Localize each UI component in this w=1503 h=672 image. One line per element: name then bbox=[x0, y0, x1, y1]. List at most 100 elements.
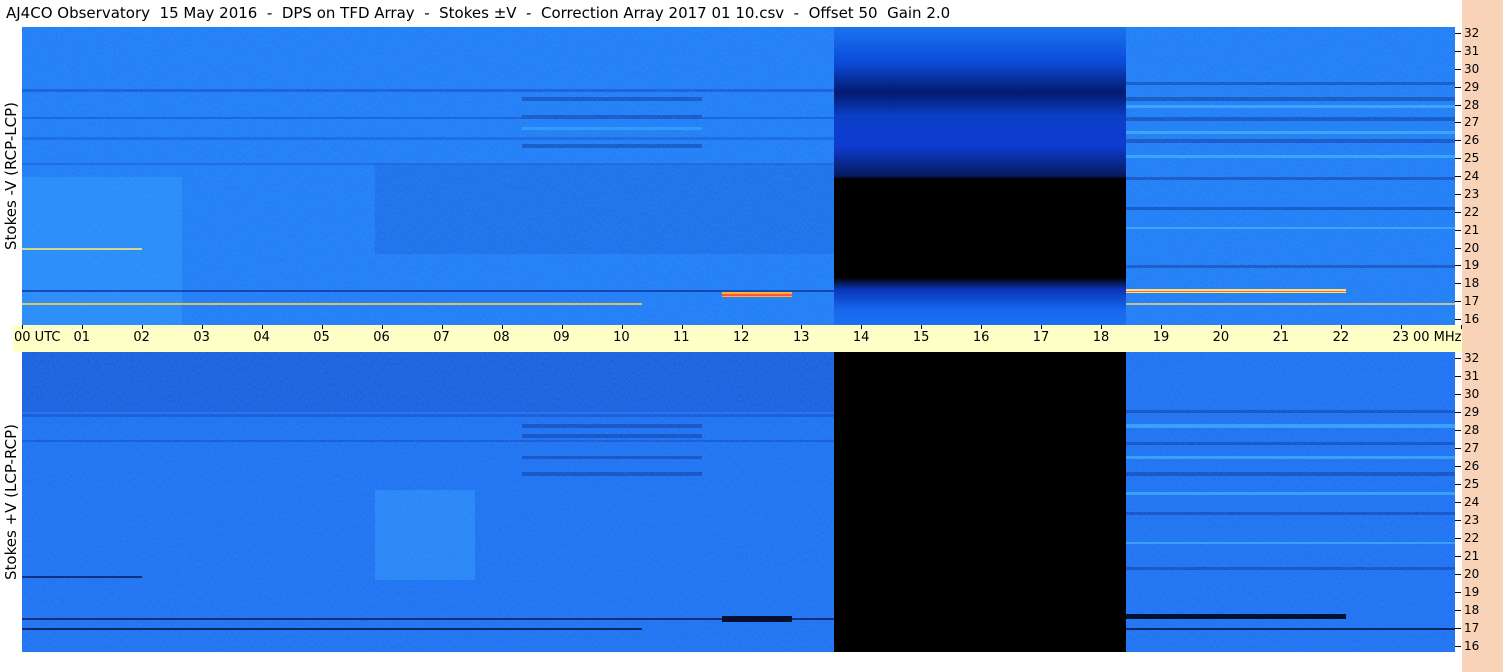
frequency-tick-label: 16 bbox=[1455, 639, 1479, 653]
frequency-tick-mark bbox=[1455, 68, 1461, 70]
time-tick-mark bbox=[321, 325, 323, 329]
time-tick-mark bbox=[81, 325, 83, 329]
utc-time-axis: 00 UTC 01 02 03 04 05 06 07 08 09 10 11 12 13 14 15 16 17… bbox=[13, 325, 1462, 352]
time-tick-label: 07 bbox=[433, 330, 450, 345]
frequency-tick-mark bbox=[1455, 158, 1461, 160]
frequency-tick-mark bbox=[1455, 229, 1461, 231]
frequency-tick-mark bbox=[1455, 247, 1461, 249]
frequency-tick-mark bbox=[1455, 86, 1461, 88]
time-tick-mark bbox=[201, 325, 203, 329]
frequency-tick-label: 20 bbox=[1455, 241, 1479, 255]
frequency-tick-label: 25 bbox=[1455, 477, 1479, 491]
frequency-tick-label: 31 bbox=[1455, 44, 1479, 58]
time-tick-label: 19 bbox=[1152, 330, 1170, 345]
time-tick-label: 15 bbox=[912, 330, 930, 345]
spectrogram-stokes-minus-v bbox=[22, 27, 1455, 325]
time-tick-mark bbox=[1041, 325, 1043, 329]
time-tick-label: 21 bbox=[1272, 330, 1290, 345]
time-tick-mark bbox=[861, 325, 863, 329]
frequency-tick-label: 31 bbox=[1455, 369, 1479, 383]
time-tick-label: 12 bbox=[733, 330, 750, 345]
spectrogram-bottom-image bbox=[22, 352, 1455, 652]
frequency-tick-label: 32 bbox=[1455, 26, 1479, 40]
frequency-scale-bottom: 32 31 30 29 28 27 26 25 24 23 22 21 20 19 18 17 16 bbox=[1455, 351, 1503, 653]
frequency-tick-mark bbox=[1455, 140, 1461, 142]
frequency-tick-mark bbox=[1455, 592, 1461, 593]
frequency-tick-label: 28 bbox=[1455, 98, 1479, 112]
frequency-tick-label: 21 bbox=[1455, 549, 1479, 563]
spectrogram-stokes-plus-v bbox=[22, 352, 1455, 652]
time-tick-mark bbox=[1101, 325, 1103, 329]
frequency-tick-label: 26 bbox=[1455, 133, 1479, 147]
time-tick-mark bbox=[441, 325, 443, 329]
frequency-tick-label: 22 bbox=[1455, 531, 1479, 545]
frequency-tick-label: 24 bbox=[1455, 495, 1479, 509]
frequency-tick-mark bbox=[1455, 610, 1461, 611]
frequency-tick-mark bbox=[1455, 176, 1461, 177]
time-tick-label: 18 bbox=[1092, 330, 1110, 345]
frequency-tick-label: 29 bbox=[1455, 80, 1479, 94]
bottom-panel-label-area: Stokes +V (LCP-RCP) bbox=[0, 352, 22, 652]
frequency-scale-top: 32 31 30 29 28 27 26 25 24 23 22 21 20 19 18 17 16 bbox=[1455, 26, 1503, 326]
frequency-tick-mark bbox=[1455, 122, 1461, 124]
time-tick-mark bbox=[1341, 325, 1343, 329]
frequency-tick-label: 18 bbox=[1455, 603, 1479, 617]
frequency-tick-mark bbox=[1455, 319, 1461, 320]
time-tick-mark bbox=[381, 325, 383, 329]
frequency-tick-mark bbox=[1455, 412, 1461, 413]
frequency-tick-mark bbox=[1455, 301, 1461, 303]
frequency-tick-label: 21 bbox=[1455, 223, 1479, 237]
time-tick-mark bbox=[1161, 325, 1163, 329]
time-tick-mark bbox=[1401, 325, 1403, 329]
frequency-tick-mark bbox=[1455, 484, 1461, 485]
time-tick-mark bbox=[621, 325, 623, 329]
time-tick-mark bbox=[261, 325, 263, 329]
frequency-tick-label: 30 bbox=[1455, 387, 1479, 401]
time-tick-mark bbox=[1281, 325, 1283, 329]
frequency-tick-mark bbox=[1455, 556, 1461, 557]
top-panel-label: Stokes -V (RCP-LCP) bbox=[2, 102, 20, 250]
frequency-tick-label: 20 bbox=[1455, 567, 1479, 581]
time-tick-label: 00 UTC bbox=[14, 330, 61, 345]
chart-title: AJ4CO Observatory 15 May 2016 - DPS on T… bbox=[0, 0, 1462, 27]
frequency-tick-label: 16 bbox=[1455, 312, 1479, 326]
time-tick-mark bbox=[141, 325, 143, 329]
frequency-tick-label: 17 bbox=[1455, 621, 1479, 635]
frequency-tick-mark bbox=[1455, 466, 1461, 467]
frequency-tick-label: 27 bbox=[1455, 115, 1479, 129]
time-tick-label: 08 bbox=[493, 330, 510, 345]
time-tick-label: 17 bbox=[1032, 330, 1050, 345]
time-tick-mark bbox=[741, 325, 743, 329]
frequency-tick-label: 22 bbox=[1455, 205, 1479, 219]
spectrogram-top-noise bbox=[22, 27, 1455, 325]
frequency-tick-mark bbox=[1455, 358, 1461, 359]
time-tick-label: 05 bbox=[313, 330, 330, 345]
frequency-tick-mark bbox=[1455, 574, 1461, 575]
time-tick-mark bbox=[22, 325, 23, 329]
time-tick-label: 10 bbox=[613, 330, 630, 345]
time-tick-mark bbox=[1221, 325, 1223, 329]
frequency-tick-label: 17 bbox=[1455, 294, 1479, 308]
time-tick-label: 23 bbox=[1392, 330, 1410, 345]
frequency-tick-mark bbox=[1455, 211, 1461, 213]
time-tick-label: 00 MHz bbox=[1413, 330, 1462, 345]
frequency-tick-label: 19 bbox=[1455, 258, 1479, 272]
time-tick-label: 11 bbox=[673, 330, 690, 345]
time-tick-label: 06 bbox=[373, 330, 390, 345]
spectrogram-top-image bbox=[22, 27, 1455, 325]
frequency-tick-mark bbox=[1455, 628, 1461, 629]
time-tick-label: 20 bbox=[1212, 330, 1230, 345]
time-tick-mark bbox=[681, 325, 683, 329]
frequency-tick-label: 24 bbox=[1455, 169, 1479, 183]
frequency-tick-mark bbox=[1455, 520, 1461, 521]
spectrogram-top-data-gap bbox=[834, 27, 1126, 325]
frequency-tick-mark bbox=[1455, 430, 1461, 431]
frequency-tick-label: 26 bbox=[1455, 459, 1479, 473]
spectrogram-bottom-data-gap bbox=[834, 352, 1126, 652]
frequency-tick-mark bbox=[1455, 50, 1461, 52]
frequency-tick-label: 18 bbox=[1455, 276, 1479, 290]
time-tick-mark bbox=[561, 325, 563, 329]
time-tick-mark bbox=[501, 325, 503, 329]
frequency-tick-mark bbox=[1455, 33, 1461, 34]
frequency-tick-label: 30 bbox=[1455, 62, 1479, 76]
